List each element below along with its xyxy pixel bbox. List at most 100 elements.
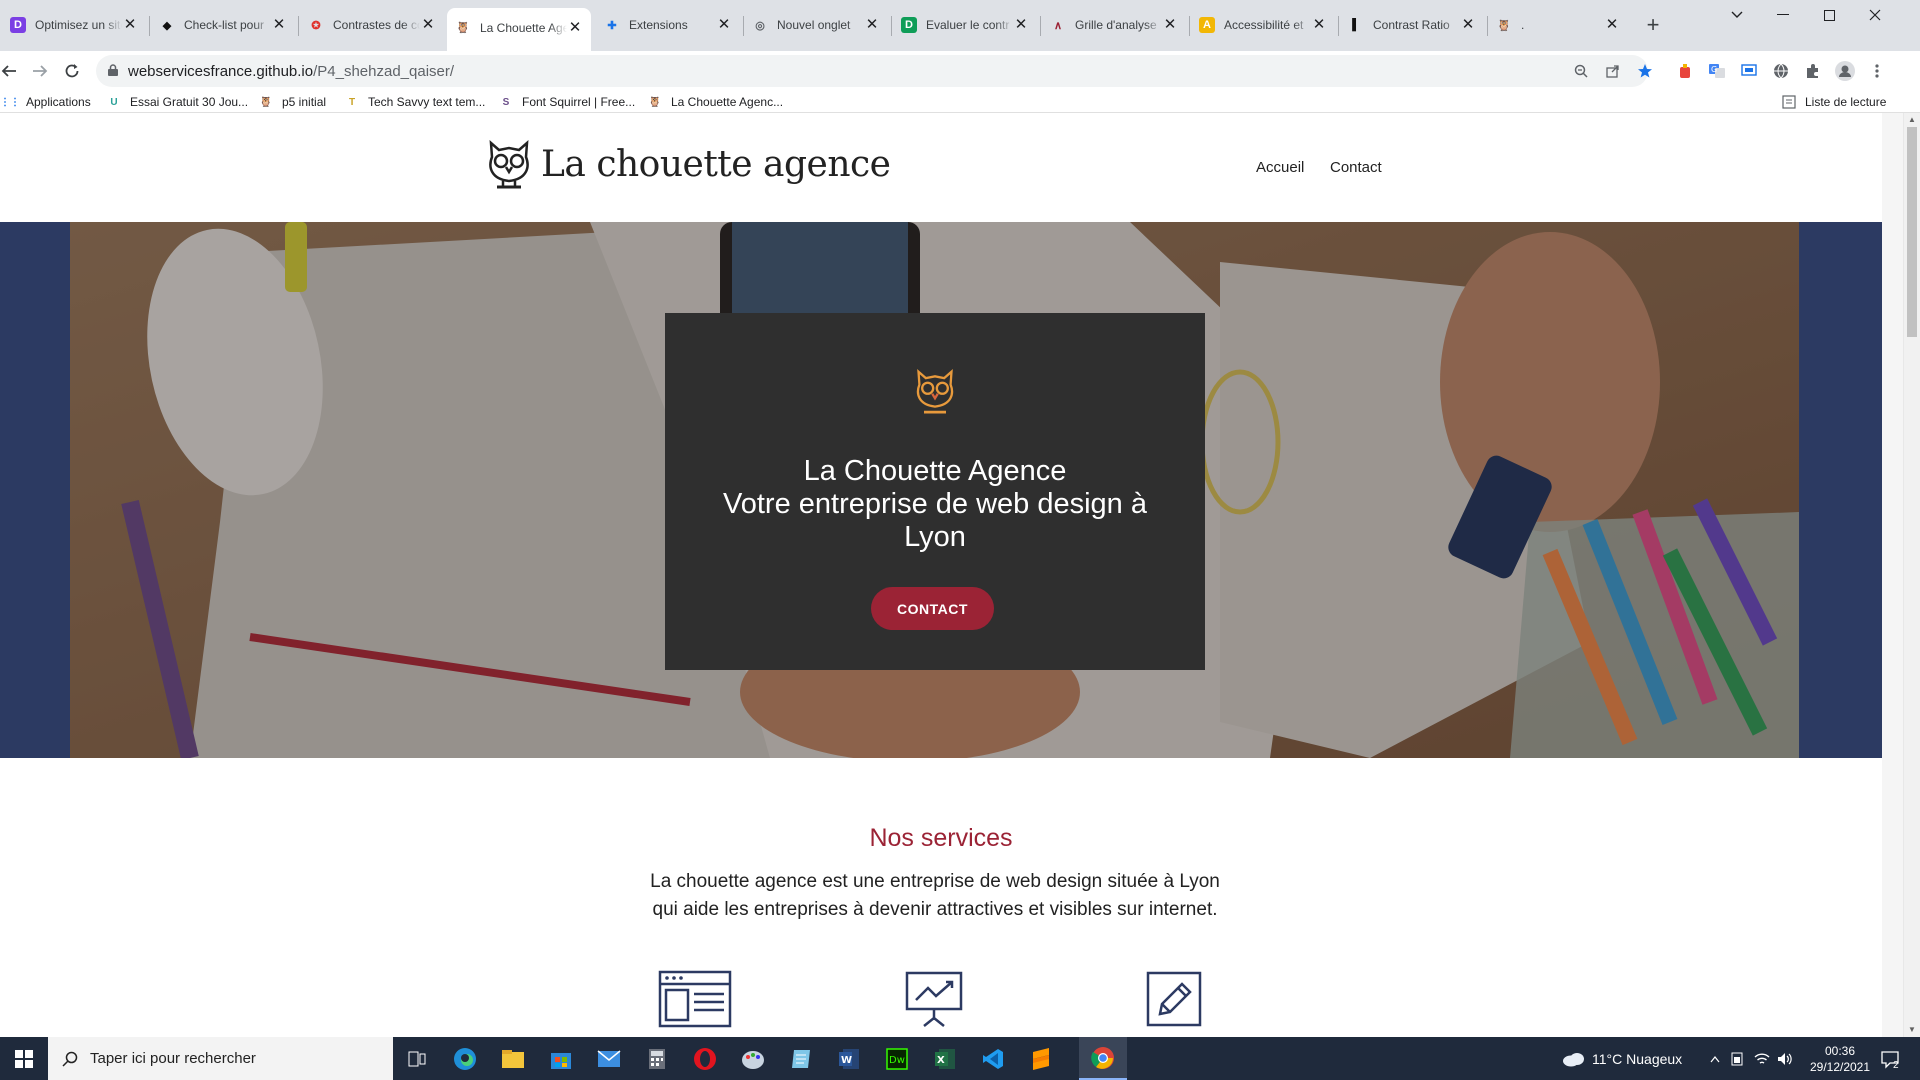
extensions-puzzle-icon[interactable] <box>1802 60 1824 82</box>
store-icon[interactable] <box>537 1037 585 1080</box>
tab-close-icon[interactable]: ✕ <box>122 17 138 33</box>
task-view-icon[interactable] <box>393 1037 441 1080</box>
weather-text: 11°C Nuageux <box>1592 1050 1683 1067</box>
browser-tab[interactable]: ✚ Extensions ✕ <box>596 10 740 40</box>
tab-close-icon[interactable]: ✕ <box>567 19 583 36</box>
taskbar-search[interactable]: Taper ici pour rechercher <box>48 1037 393 1080</box>
scroll-down-arrow[interactable]: ▼ <box>1904 1023 1920 1037</box>
browser-tab[interactable]: A Accessibilité et ✕ <box>1191 10 1335 40</box>
close-window-button[interactable] <box>1852 0 1898 30</box>
edge-icon[interactable] <box>441 1037 489 1080</box>
browser-tab[interactable]: ∧ Grille d'analyse ✕ <box>1042 10 1186 40</box>
file-explorer-icon[interactable] <box>489 1037 537 1080</box>
browser-tab[interactable]: D Evaluer le contr ✕ <box>893 10 1037 40</box>
bookmark-item[interactable]: 🦉 p5 initial <box>258 92 326 112</box>
reload-button[interactable] <box>60 59 84 83</box>
maximize-button[interactable] <box>1806 0 1852 30</box>
opera-icon[interactable] <box>681 1037 729 1080</box>
tab-title: . <box>1521 18 1525 32</box>
nav-link-accueil[interactable]: Accueil <box>1256 159 1304 176</box>
page-viewport: La chouette agence Accueil Contact La Ch… <box>0 113 1920 1037</box>
tab-separator <box>149 16 150 36</box>
tab-favicon-icon: D <box>901 17 917 33</box>
clock[interactable]: 00:36 29/12/2021 <box>1808 1037 1872 1080</box>
tab-close-icon[interactable]: ✕ <box>420 17 436 33</box>
browser-tab[interactable]: ◆ Check-list pour ✕ <box>151 10 295 40</box>
owl-logo-icon <box>489 140 529 189</box>
battery-icon[interactable] <box>1730 1037 1744 1080</box>
chrome-icon[interactable] <box>1079 1037 1127 1080</box>
tab-search-button[interactable] <box>1714 0 1760 30</box>
word-icon[interactable]: W <box>825 1037 873 1080</box>
paint-icon[interactable] <box>729 1037 777 1080</box>
tab-favicon-icon: ∧ <box>1053 19 1063 32</box>
browser-tab[interactable]: ◎ Nouvel onglet ✕ <box>744 10 888 40</box>
services-description: La chouette agence est une entreprise de… <box>650 871 1220 920</box>
address-bar[interactable]: webservicesfrance.github.io/P4_shehzad_q… <box>96 55 1652 87</box>
nav-link-contact[interactable]: Contact <box>1330 159 1382 176</box>
search-icon <box>62 1051 78 1067</box>
mail-icon[interactable] <box>585 1037 633 1080</box>
menu-kebab-icon[interactable] <box>1866 60 1888 82</box>
cast-icon[interactable] <box>1738 60 1760 82</box>
excel-icon[interactable]: X <box>921 1037 969 1080</box>
url-text: webservicesfrance.github.io/P4_shehzad_q… <box>128 63 454 80</box>
hero-contact-button[interactable]: CONTACT <box>871 587 994 630</box>
hero-title-line1: La Chouette Agence <box>803 455 1067 487</box>
vertical-scrollbar[interactable]: ▲ ▼ <box>1903 113 1920 1037</box>
tab-separator <box>298 16 299 36</box>
browser-tab[interactable]: ✪ Contrastes de co ✕ <box>300 10 444 40</box>
weather-widget[interactable]: 11°C Nuageux <box>1562 1037 1682 1080</box>
tab-title: La Chouette Agen <box>480 20 567 35</box>
bookmark-item[interactable]: S Font Squirrel | Free... <box>498 92 636 112</box>
browser-tab[interactable]: D Optimisez un site ✕ <box>2 10 146 40</box>
reading-list-button[interactable]: Liste de lecture <box>1781 92 1886 112</box>
site-logo[interactable]: La chouette agence <box>485 137 891 191</box>
translate-icon[interactable]: G <box>1706 60 1728 82</box>
tab-close-icon[interactable]: ✕ <box>1604 17 1620 33</box>
calculator-icon[interactable] <box>633 1037 681 1080</box>
tab-close-icon[interactable]: ✕ <box>1460 17 1476 33</box>
browser-tab[interactable]: 🦉 La Chouette Agen ✕ <box>447 8 591 51</box>
minimize-button[interactable] <box>1760 0 1806 30</box>
zoom-icon[interactable] <box>1570 60 1592 82</box>
tab-close-icon[interactable]: ✕ <box>1311 17 1327 33</box>
tab-close-icon[interactable]: ✕ <box>271 17 287 33</box>
globe-extension-icon[interactable] <box>1770 60 1792 82</box>
vscode-icon[interactable] <box>969 1037 1017 1080</box>
wifi-icon[interactable] <box>1754 1037 1770 1080</box>
new-tab-button[interactable]: + <box>1640 13 1666 37</box>
forward-button[interactable] <box>28 59 52 83</box>
extension-icon-1[interactable] <box>1674 60 1696 82</box>
scrollbar-thumb[interactable] <box>1907 127 1917 337</box>
tab-separator <box>891 16 892 36</box>
tab-close-icon[interactable]: ✕ <box>716 17 732 33</box>
tab-close-icon[interactable]: ✕ <box>1162 17 1178 33</box>
tab-close-icon[interactable]: ✕ <box>864 17 880 33</box>
volume-icon[interactable] <box>1777 1037 1793 1080</box>
bookmark-item[interactable]: U Essai Gratuit 30 Jou... <box>106 92 248 112</box>
bookmark-item[interactable]: ⋮⋮ Applications <box>0 92 91 112</box>
dreamweaver-icon[interactable]: Dw <box>873 1037 921 1080</box>
start-button[interactable] <box>0 1037 48 1080</box>
sublime-text-icon[interactable] <box>1017 1037 1065 1080</box>
notification-center-button[interactable]: 2 <box>1880 1037 1900 1080</box>
bookmark-star-icon[interactable] <box>1634 60 1656 82</box>
show-hidden-icons-chevron[interactable] <box>1710 1037 1720 1080</box>
back-button[interactable] <box>0 59 21 83</box>
scroll-up-arrow[interactable]: ▲ <box>1904 113 1920 127</box>
browser-tab[interactable]: 🦉. ✕ <box>1488 10 1628 40</box>
clock-time: 00:36 <box>1824 1043 1856 1058</box>
profile-avatar-icon[interactable] <box>1834 60 1856 82</box>
tab-close-icon[interactable]: ✕ <box>1013 17 1029 33</box>
site-header: La chouette agence Accueil Contact <box>0 113 1882 222</box>
bookmark-favicon-icon: S <box>502 96 510 108</box>
notepad-icon[interactable] <box>777 1037 825 1080</box>
share-icon[interactable] <box>1602 60 1624 82</box>
bookmark-item[interactable]: T Tech Savvy text tem... <box>344 92 485 112</box>
tab-title: Nouvel onglet <box>777 18 851 32</box>
bookmark-label: Applications <box>26 95 91 109</box>
bookmark-favicon-icon: U <box>110 96 118 108</box>
bookmark-item[interactable]: 🦉 La Chouette Agenc... <box>647 92 783 112</box>
browser-tab[interactable]: ▌ Contrast Ratio ✕ <box>1340 10 1484 40</box>
